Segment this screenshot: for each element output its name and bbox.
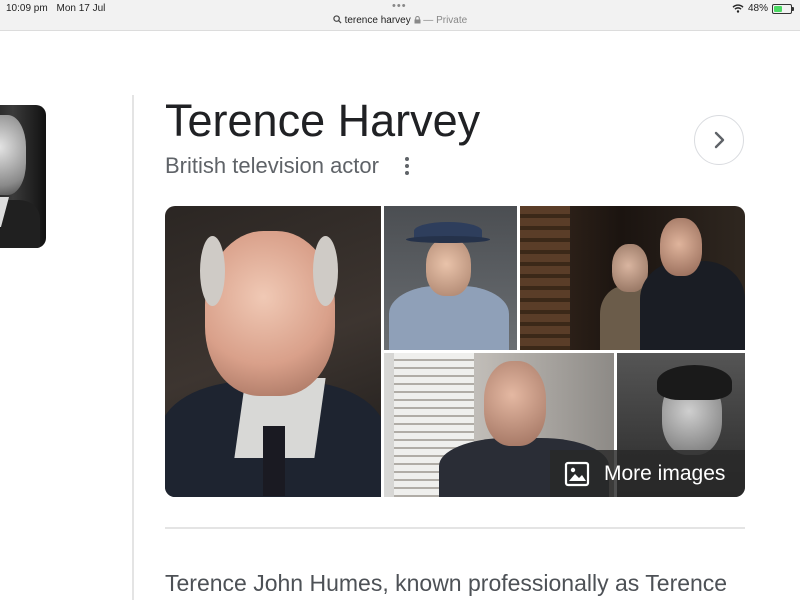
address-text: terence harvey bbox=[344, 15, 411, 26]
bookshelf bbox=[520, 206, 570, 350]
search-icon bbox=[333, 15, 342, 24]
chevron-right-icon bbox=[714, 131, 725, 149]
browser-page: 10:09 pm Mon 17 Jul ••• terence harvey —… bbox=[0, 0, 800, 600]
clock-date: Mon 17 Jul bbox=[56, 3, 106, 14]
battery-percent: 48% bbox=[747, 3, 768, 14]
entity-subtitle: British television actor bbox=[165, 153, 379, 178]
next-button[interactable] bbox=[694, 115, 744, 165]
entity-description: Terence John Humes, known professionally… bbox=[165, 570, 728, 596]
image-grid: More images bbox=[165, 206, 745, 497]
private-label: — Private bbox=[423, 15, 468, 26]
more-images-label: More images bbox=[604, 461, 726, 485]
portrait-head bbox=[484, 361, 546, 446]
vertical-divider bbox=[132, 95, 134, 600]
clock-time: 10:09 pm bbox=[6, 3, 48, 14]
partial-thumbnail[interactable] bbox=[0, 105, 46, 248]
portrait-suit bbox=[640, 261, 745, 350]
address-bar[interactable]: terence harvey — Private bbox=[0, 15, 800, 26]
image-thumbnail[interactable] bbox=[165, 206, 381, 497]
battery-fill bbox=[774, 5, 782, 12]
portrait-head bbox=[426, 238, 471, 296]
wifi-icon bbox=[732, 4, 744, 13]
lock-icon bbox=[414, 16, 421, 24]
image-thumbnail[interactable] bbox=[520, 206, 745, 350]
entity-title: Terence Harvey bbox=[165, 95, 481, 146]
portrait-hair-right bbox=[313, 236, 338, 306]
portrait-hair-left bbox=[200, 236, 225, 306]
image-thumbnail[interactable] bbox=[384, 206, 517, 350]
horizontal-divider bbox=[165, 527, 745, 529]
portrait-tie bbox=[263, 426, 285, 496]
image-icon bbox=[564, 461, 590, 486]
more-images-button[interactable]: More images bbox=[550, 450, 745, 497]
thumbnail-face bbox=[0, 115, 26, 195]
more-vert-icon[interactable] bbox=[401, 155, 413, 177]
battery-icon bbox=[772, 3, 794, 14]
portrait-hat-brim bbox=[406, 236, 490, 243]
status-indicators: 48% bbox=[732, 3, 794, 14]
status-time: 10:09 pm Mon 17 Jul bbox=[6, 3, 105, 14]
status-bar: 10:09 pm Mon 17 Jul ••• terence harvey —… bbox=[0, 0, 800, 31]
portrait-hair bbox=[657, 365, 732, 400]
multitasking-dots[interactable]: ••• bbox=[392, 0, 407, 12]
portrait-head bbox=[660, 218, 702, 276]
